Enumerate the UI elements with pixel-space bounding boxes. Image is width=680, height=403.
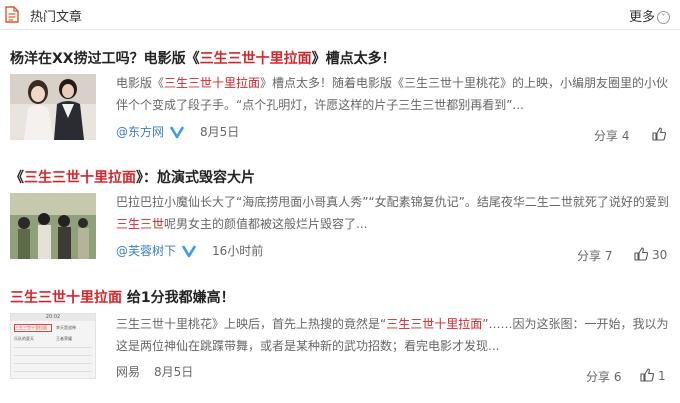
source-name: 东方网 — [128, 125, 165, 139]
thumbs-up-icon — [652, 127, 667, 141]
share-button[interactable]: 分享 4 — [594, 127, 629, 144]
source-name: 芙蓉树下 — [128, 244, 177, 258]
share-label: 分享 4 — [594, 129, 630, 143]
snippet-text: 三生三世十里桃花》上映后，首先上热搜的竟然是“ — [116, 317, 387, 331]
article-snippet: 电影版《三生三世十里拉面》槽点太多！随着电影版《三生三世十里桃花》的上映，小编朋… — [116, 72, 672, 116]
publish-date: 8月5日 — [154, 365, 194, 379]
thumbnail-line — [14, 371, 92, 372]
title-text: 》：尬演式毁容大片 — [136, 170, 255, 186]
snippet-keyword: 三生三世 — [116, 217, 165, 231]
section-title: 热门文章 — [30, 10, 83, 25]
thumbnail-line — [14, 347, 92, 348]
title-text: 杨洋在XX捞过工吗？电影版《 — [10, 51, 200, 67]
article-snippet: 三生三世十里桃花》上映后，首先上热搜的竟然是“三生三世十里拉面”……因为这张图：… — [116, 313, 672, 357]
snippet-keyword: 三生三世十里拉面 — [164, 76, 261, 90]
chevron-down-icon: ˅ — [657, 11, 670, 24]
more-label: 更多 — [628, 10, 655, 25]
title-keyword: 三生三世十里拉面 — [199, 51, 312, 67]
thumbnail-line — [14, 363, 92, 364]
snippet-keyword: 三生三世十里拉面 — [386, 317, 483, 331]
like-count: 1 — [658, 369, 666, 383]
publish-date: 16小时前 — [212, 244, 264, 258]
article-title[interactable]: 三生三世十里拉面 给1分我都嫌高！ — [10, 287, 235, 307]
snippet-text: 呢男女主的颜值都被这般烂片毁容了... — [164, 217, 368, 231]
weibo-verified-icon — [182, 245, 197, 258]
more-link[interactable]: 更多 ˅ — [629, 6, 670, 25]
source-prefix: @ — [116, 125, 128, 139]
share-label: 分享 6 — [586, 370, 622, 384]
title-text: 》槽点太多！ — [311, 51, 396, 67]
article-title[interactable]: 杨洋在XX捞过工吗？电影版《三生三世十里拉面》槽点太多！ — [10, 48, 396, 68]
section-header: 热门文章 更多 ˅ — [0, 0, 680, 30]
source-link[interactable]: @芙蓉树下 — [116, 244, 176, 258]
article-item-2: 《三生三世十里拉面》：尬演式毁容大片 巴拉巴拉小魔仙长大了“海底捞甩面小哥真人秀… — [0, 163, 680, 273]
article-meta: @东方网 8月5日 — [116, 123, 239, 140]
like-count: 30 — [652, 248, 668, 262]
thumbnail-row-2: 李天是战神 — [56, 325, 76, 330]
source-prefix: @ — [116, 244, 128, 258]
thumbs-up-icon — [634, 247, 649, 261]
article-item-3: 三生三世十里拉面 给1分我都嫌高！ 20:02 三生三世十里拉面 李天是战神 乐… — [0, 282, 680, 392]
publish-date: 8月5日 — [200, 125, 240, 139]
snippet-text: 电影版《 — [116, 76, 165, 90]
title-keyword: 三生三世十里拉面 — [10, 290, 122, 306]
thumbnail-row-1: 三生三世十里拉面 — [14, 324, 52, 332]
article-thumbnail[interactable]: 20:02 三生三世十里拉面 李天是战神 乐队的夏天 王者荣耀 — [10, 313, 96, 379]
article-title[interactable]: 《三生三世十里拉面》：尬演式毁容大片 — [10, 167, 255, 187]
weibo-verified-icon — [170, 126, 185, 139]
title-keyword: 三生三世十里拉面 — [24, 170, 136, 186]
thumbnail-line — [14, 355, 92, 356]
like-button[interactable]: 30 — [634, 247, 667, 262]
thumbs-up-icon — [640, 368, 655, 382]
thumbnail-row-4: 王者荣耀 — [56, 336, 72, 341]
title-text: 给1分我都嫌高！ — [122, 290, 235, 306]
share-button[interactable]: 分享 7 — [577, 247, 612, 264]
article-meta: @芙蓉树下 16小时前 — [116, 242, 263, 259]
document-icon — [5, 6, 19, 23]
title-text: 《 — [10, 170, 24, 186]
snippet-text: 巴拉巴拉小魔仙长大了“海底捞甩面小哥真人秀”“女配素锦复仇记”。结尾夜华二生二世… — [116, 195, 669, 209]
article-thumbnail[interactable] — [10, 74, 96, 140]
article-meta: 网易 8月5日 — [116, 363, 193, 380]
like-button[interactable] — [652, 127, 670, 142]
article-item-1: 杨洋在XX捞过工吗？电影版《三生三世十里拉面》槽点太多！ 电影版《三生三世十里拉… — [0, 44, 680, 154]
thumbnail-status-bar: 20:02 — [11, 314, 95, 321]
share-label: 分享 7 — [577, 249, 613, 263]
source-link[interactable]: @东方网 — [116, 125, 164, 139]
thumbnail-row-3: 乐队的夏天 — [14, 336, 34, 341]
source-name[interactable]: 网易 — [116, 365, 140, 379]
article-thumbnail[interactable] — [10, 193, 96, 259]
share-button[interactable]: 分享 6 — [586, 368, 621, 385]
like-button[interactable]: 1 — [640, 368, 666, 383]
article-snippet: 巴拉巴拉小魔仙长大了“海底捞甩面小哥真人秀”“女配素锦复仇记”。结尾夜华二生二世… — [116, 191, 672, 235]
